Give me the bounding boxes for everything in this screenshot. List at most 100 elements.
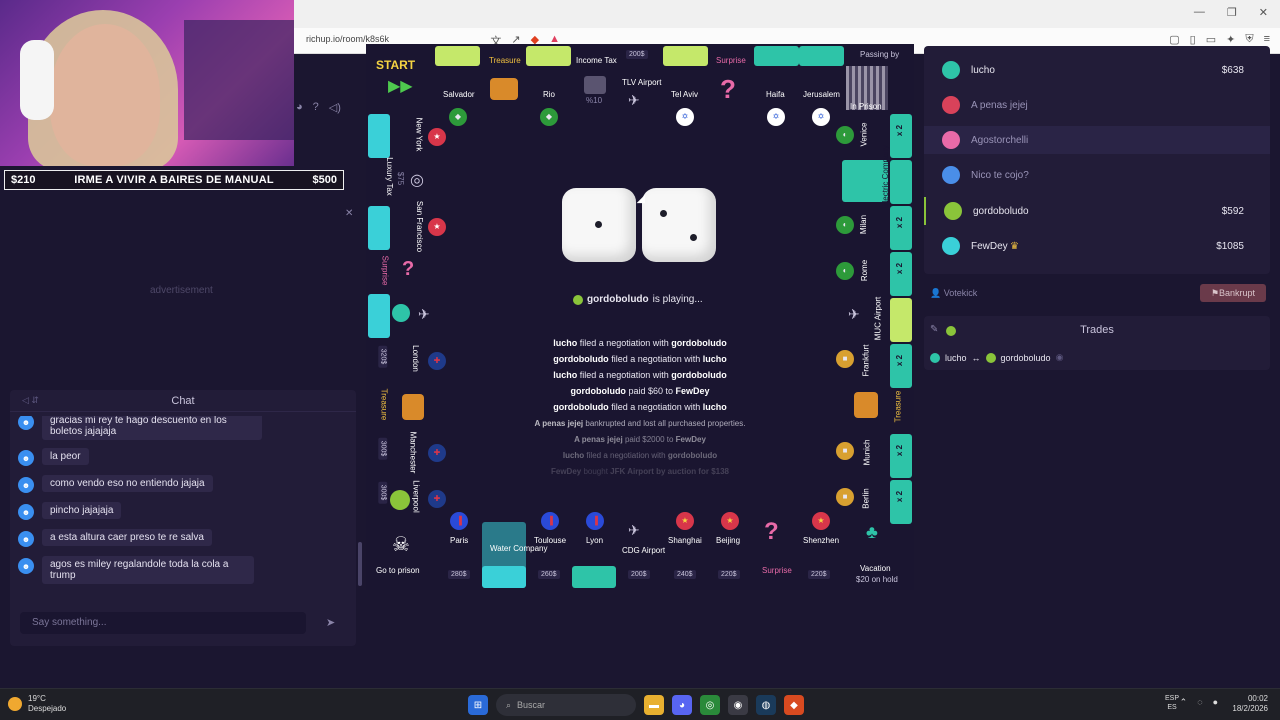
tile-jerusalem[interactable]: Jerusalem xyxy=(803,90,840,99)
tile-san-francisco[interactable]: San Francisco xyxy=(415,201,424,252)
clock[interactable]: 00:02 18/2/2026 xyxy=(1232,694,1268,714)
token-lucho xyxy=(392,304,410,322)
tab-icon[interactable]: ▢ xyxy=(1169,33,1179,46)
bankrupt-button[interactable]: ⚑ Bankrupt xyxy=(1200,284,1266,302)
votekick-button[interactable]: 👤 Votekick xyxy=(930,288,977,299)
tile-income-tax[interactable]: Income Tax xyxy=(576,56,617,65)
tile-paris[interactable]: Paris xyxy=(450,536,468,545)
tile-tel-aviv[interactable]: Tel Aviv xyxy=(671,90,698,99)
help-icon[interactable]: ? xyxy=(313,101,319,114)
sidebar-icon[interactable]: ▯ xyxy=(1190,33,1196,46)
venice-mult: x 2 xyxy=(895,124,905,137)
close-ad-icon[interactable]: ✕ xyxy=(345,208,353,219)
chat-message: ☻ la peor xyxy=(18,448,89,466)
close-icon[interactable]: ✕ xyxy=(1259,6,1268,19)
tile-treasure-top[interactable]: Treasure xyxy=(489,56,521,65)
chevron-up-icon[interactable]: ⌃ xyxy=(1180,697,1188,708)
eye-icon[interactable]: ◉ xyxy=(1056,352,1064,363)
player-row[interactable]: Agostorchelli xyxy=(924,126,1270,154)
language-indicator[interactable]: ESP ES xyxy=(1165,694,1179,712)
tile-rome[interactable]: Rome xyxy=(860,260,869,281)
url-text[interactable]: richup.io/room/k8s6k xyxy=(306,34,389,44)
chrome-icon[interactable]: ◎ xyxy=(700,695,720,715)
tile-haifa[interactable]: Haifa xyxy=(766,90,785,99)
tile-surprise-top[interactable]: Surprise xyxy=(716,56,746,65)
tile-new-york[interactable]: New York xyxy=(414,118,423,152)
trade-item[interactable]: lucho ↔ gordoboludo ◉ xyxy=(930,352,1063,363)
discord-icon[interactable]: ◕ xyxy=(296,101,303,114)
leo-icon[interactable]: ✦ xyxy=(1226,33,1235,46)
log-player: gordoboludo xyxy=(671,338,727,348)
start-icon[interactable]: ⊞ xyxy=(468,695,488,715)
log-player: lucho xyxy=(553,370,578,380)
sound-icon[interactable]: ◁) xyxy=(329,101,341,114)
maximize-icon[interactable]: ❐ xyxy=(1227,6,1237,19)
obs-icon[interactable]: ◉ xyxy=(728,695,748,715)
tile-tlv-airport[interactable]: TLV Airport xyxy=(622,78,661,87)
folder-icon[interactable]: ▬ xyxy=(644,695,664,715)
player-row[interactable]: Nico te cojo? xyxy=(924,161,1270,189)
brave-icon[interactable]: ◆ xyxy=(784,695,804,715)
tile-surprise-bottom[interactable]: Surprise xyxy=(762,566,792,575)
skull-icon: ☠ xyxy=(392,534,410,556)
room-icons: ◕ ? ◁) xyxy=(296,101,341,114)
tile-water-company[interactable]: Water Company xyxy=(490,544,548,553)
chat-input[interactable]: Say something... xyxy=(20,612,306,634)
minimize-icon[interactable]: — xyxy=(1194,6,1205,19)
network-icon[interactable]: ◌ xyxy=(1197,697,1202,708)
tile-liverpool[interactable]: Liverpool xyxy=(412,480,421,512)
log-entry: gordoboludo paid $60 to FewDey xyxy=(366,386,914,396)
toulouse-price: 260$ xyxy=(538,570,560,579)
ring-icon: ◎ xyxy=(410,172,424,189)
discord-icon[interactable]: ◕ xyxy=(672,695,692,715)
tile-cdg-airport[interactable]: CDG Airport xyxy=(622,546,665,555)
tile-luxury-tax[interactable]: Luxury Tax xyxy=(385,157,394,196)
log-verb: filed a negotiation with xyxy=(579,338,669,348)
luxury-tax-price: $75 xyxy=(396,171,406,186)
log-player: lucho xyxy=(553,338,578,348)
tile-shenzhen[interactable]: Shenzhen xyxy=(803,536,839,545)
turn-indicator: gordoboludo is playing... xyxy=(573,294,703,305)
chat-scrollbar[interactable] xyxy=(358,542,362,586)
weather-widget[interactable]: 19°C Despejado xyxy=(8,694,66,714)
chat-header: ◁ ⇵ Chat xyxy=(10,390,356,412)
tile-venice[interactable]: Venice xyxy=(860,122,869,146)
mic-icon[interactable]: ● xyxy=(1213,697,1218,708)
tile-toulouse[interactable]: Toulouse xyxy=(534,536,566,545)
tlv-price: 200$ xyxy=(626,50,648,59)
log-player: JFK Airport by auction for $138 xyxy=(610,467,729,476)
taskbar-search[interactable]: ⌕ Buscar xyxy=(496,694,636,716)
swap-icon: ↔ xyxy=(971,352,981,363)
tile-beijing[interactable]: Beijing xyxy=(716,536,740,545)
tile-milan[interactable]: Milan xyxy=(859,215,868,234)
tile-shanghai[interactable]: Shanghai xyxy=(668,536,702,545)
player-row[interactable]: FewDey ♛ $1085 xyxy=(924,232,1270,260)
china-flag-icon: ★ xyxy=(676,512,694,530)
tile-lyon[interactable]: Lyon xyxy=(586,536,603,545)
send-icon[interactable]: ➤ xyxy=(326,616,335,629)
log-entry: gordoboludo filed a negotiation with luc… xyxy=(366,402,914,412)
steam-icon[interactable]: ◍ xyxy=(756,695,776,715)
player-avatar xyxy=(942,96,960,114)
player-badge xyxy=(573,294,583,305)
player-row[interactable]: A penas jejej xyxy=(924,91,1270,119)
tile-berlin[interactable]: Berlin xyxy=(862,488,871,508)
player-row[interactable]: gordoboludo $592 xyxy=(924,197,1270,225)
berlin-mult: x 2 xyxy=(895,490,905,503)
taskbar-apps: ⊞ ⌕ Buscar ▬ ◕ ◎ ◉ ◍ ◆ xyxy=(468,694,804,716)
tile-salvador[interactable]: Salvador xyxy=(443,90,475,99)
token-gordoboludo xyxy=(390,490,410,510)
tile-electric-company[interactable]: Electric Company xyxy=(881,145,890,208)
tile-vacation[interactable]: Vacation xyxy=(860,564,891,573)
tile-go-to-prison[interactable]: Go to prison xyxy=(376,566,420,575)
vpn-icon[interactable]: ⛨ xyxy=(1245,33,1253,46)
tile-muc-airport[interactable]: MUC Airport xyxy=(873,297,882,341)
wallet-icon[interactable]: ▭ xyxy=(1206,33,1216,46)
player-row[interactable]: lucho $638 xyxy=(924,56,1270,84)
tile-surprise-left[interactable]: Surprise xyxy=(380,256,389,286)
menu-icon[interactable]: ≡ xyxy=(1264,33,1270,46)
ticker-text: IRME A VIVIR A BAIRES DE MANUAL xyxy=(74,174,274,186)
avatar: ☻ xyxy=(18,504,34,520)
tile-rio[interactable]: Rio xyxy=(543,90,555,99)
chat-options-icon[interactable]: ◁ ⇵ xyxy=(22,395,39,406)
